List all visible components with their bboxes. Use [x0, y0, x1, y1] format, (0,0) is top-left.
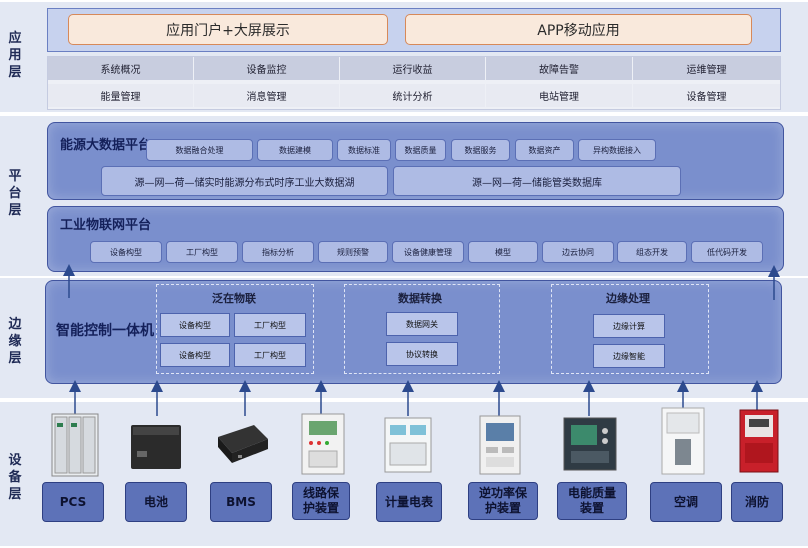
device-label-air-conditioner[interactable]: 空调: [650, 482, 722, 522]
air-conditioner-icon: [660, 406, 706, 476]
device-label-energy-meter[interactable]: 计量电表: [376, 482, 442, 522]
bms-unit-icon: [214, 418, 270, 470]
device-label-fire[interactable]: 消防: [731, 482, 783, 522]
device-label-battery[interactable]: 电池: [125, 482, 187, 522]
power-quality-device-icon: [562, 416, 618, 472]
fire-panel-icon: [738, 408, 780, 474]
device-label-bms[interactable]: BMS: [210, 482, 272, 522]
line-protection-device-icon: [300, 412, 346, 476]
reverse-power-protector-icon: [478, 414, 522, 476]
battery-box-icon: [128, 420, 184, 472]
device-label-reverse-power[interactable]: 逆功率保护装置: [468, 482, 538, 520]
device-label-pcs[interactable]: PCS: [42, 482, 104, 522]
device-label-line-protection[interactable]: 线路保护装置: [292, 482, 350, 520]
energy-meter-icon: [383, 416, 433, 474]
device-label-power-quality[interactable]: 电能质量装置: [557, 482, 627, 520]
pcs-cabinet-icon: [50, 412, 100, 478]
